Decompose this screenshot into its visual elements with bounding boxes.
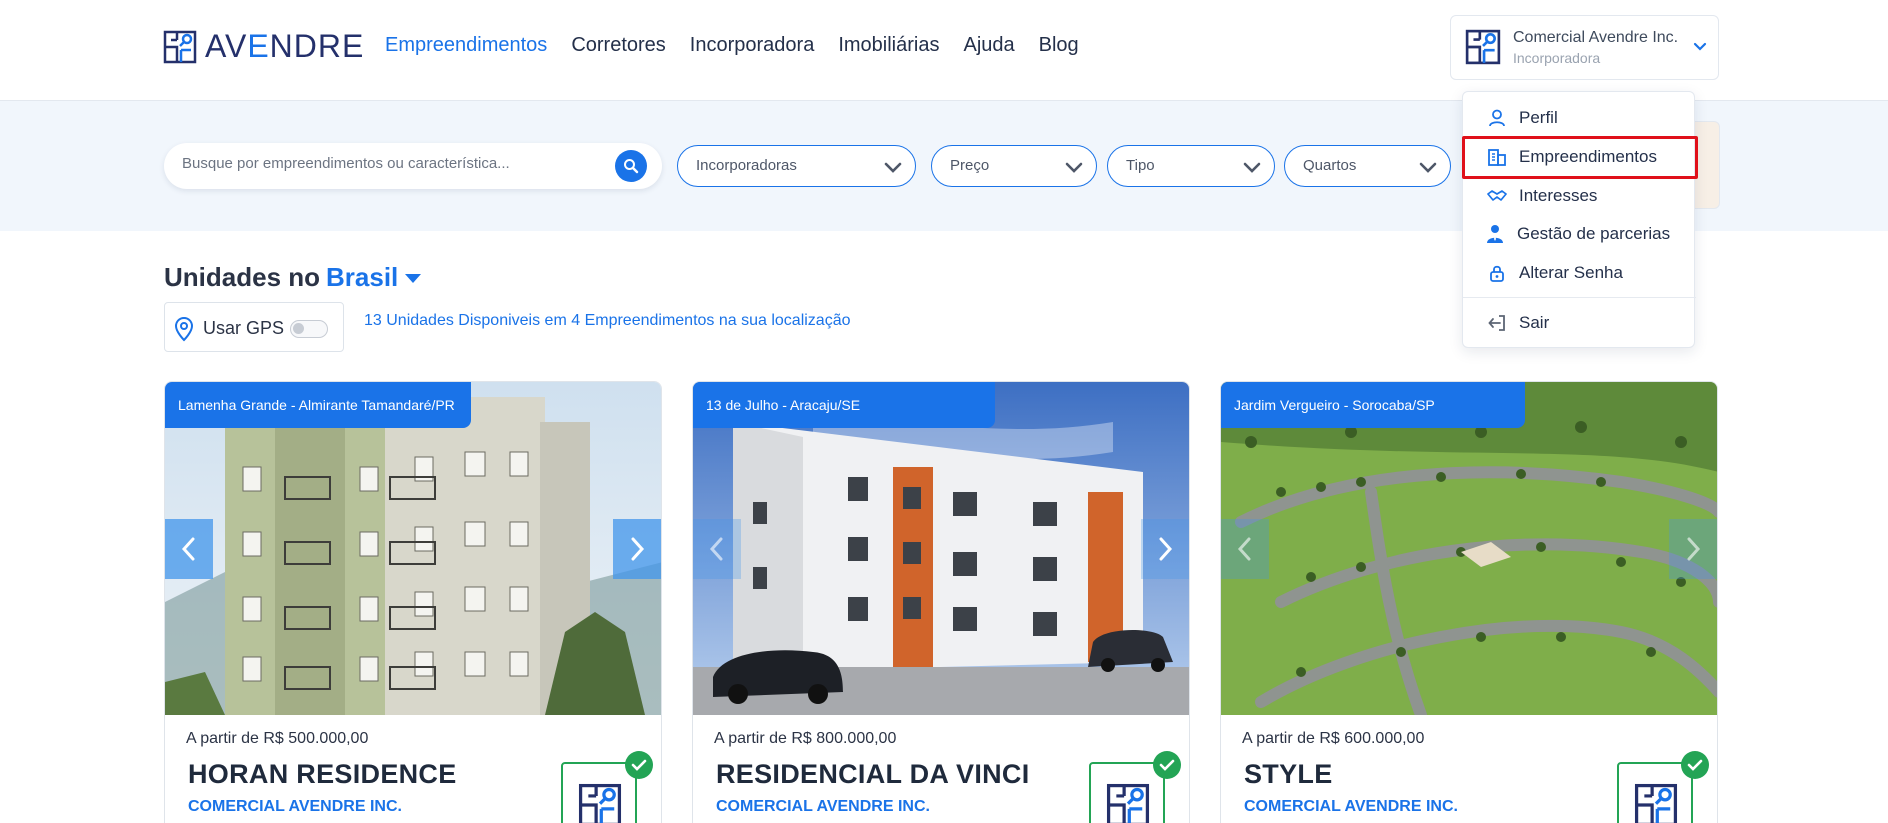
page-title-prefix: Unidades no <box>164 262 321 292</box>
menu-item-sair[interactable]: Sair <box>1487 311 1549 335</box>
chevron-down-icon <box>1693 42 1707 51</box>
page: AVENDRE Empreendimentos Corretores Incor… <box>0 0 1888 823</box>
verified-check-icon <box>1153 751 1181 779</box>
handshake-icon <box>1487 190 1507 201</box>
property-developer[interactable]: COMERCIAL AVENDRE INC. <box>188 798 402 816</box>
menu-item-label: Alterar Senha <box>1519 263 1623 282</box>
menu-divider <box>1463 297 1696 298</box>
carousel-prev-button[interactable] <box>165 519 213 579</box>
chevron-left-icon <box>1237 537 1251 561</box>
results-summary: 13 Unidades Disponiveis em 4 Empreendime… <box>364 312 851 329</box>
filter-label: Preço <box>950 157 990 174</box>
carousel-prev-button[interactable] <box>1221 519 1269 579</box>
nav-imobiliarias[interactable]: Imobiliárias <box>838 34 939 57</box>
nav-incorporadora[interactable]: Incorporadora <box>690 34 815 57</box>
chevron-down-icon <box>1243 162 1261 173</box>
property-card[interactable]: Jardim Vergueiro - Sorocaba/SP A partir … <box>1220 381 1718 823</box>
nav-corretores[interactable]: Corretores <box>571 34 665 57</box>
chevron-right-icon <box>631 537 645 561</box>
filter-label: Tipo <box>1126 157 1155 174</box>
menu-item-label: Interesses <box>1519 186 1598 205</box>
account-role: Incorporadora <box>1513 50 1601 66</box>
carousel-next-button[interactable] <box>1141 519 1189 579</box>
menu-item-perfil[interactable]: Perfil <box>1487 106 1558 130</box>
location-selector[interactable]: Brasil <box>326 262 398 293</box>
gps-label: Usar GPS <box>203 318 285 338</box>
gps-switch[interactable] <box>290 320 328 338</box>
avendre-logo-icon <box>1634 783 1678 823</box>
property-card[interactable]: 13 de Julho - Aracaju/SE A partir de R$ … <box>692 381 1190 823</box>
account-logo-icon <box>1465 29 1501 65</box>
property-photo <box>1221 382 1717 715</box>
gps-switch-knob <box>293 323 304 334</box>
brand-logo[interactable]: AVENDRE <box>163 28 364 65</box>
page-title: Unidades no Brasil <box>164 262 422 293</box>
property-price: A partir de R$ 500.000,00 <box>186 730 369 747</box>
nav-empreendimentos[interactable]: Empreendimentos <box>385 34 547 57</box>
search-input[interactable] <box>182 155 582 172</box>
avendre-logo-icon <box>1106 783 1150 823</box>
chevron-down-icon <box>1065 162 1083 173</box>
filter-incorporadoras[interactable]: Incorporadoras <box>677 145 916 187</box>
property-price: A partir de R$ 800.000,00 <box>714 730 897 747</box>
chevron-down-icon <box>1419 162 1437 173</box>
gps-toggle-box: Usar GPS <box>164 302 344 352</box>
chevron-right-icon <box>1159 537 1173 561</box>
property-photo <box>693 382 1189 715</box>
menu-item-label: Sair <box>1519 313 1550 332</box>
property-name[interactable]: RESIDENCIAL DA VINCI <box>716 759 1030 790</box>
top-header: AVENDRE Empreendimentos Corretores Incor… <box>0 0 1888 101</box>
highlight-box <box>1462 136 1698 179</box>
menu-item-label: Gestão de parcerias <box>1517 224 1671 243</box>
search-button[interactable] <box>615 150 647 182</box>
chevron-down-icon <box>884 162 902 173</box>
property-price: A partir de R$ 600.000,00 <box>1242 730 1425 747</box>
filter-label: Incorporadoras <box>696 157 797 174</box>
carousel-next-button[interactable] <box>1669 519 1717 579</box>
user-icon <box>1489 109 1505 127</box>
verified-check-icon <box>1681 751 1709 779</box>
account-menu-button[interactable]: Comercial Avendre Inc. Incorporadora <box>1450 15 1719 80</box>
property-developer[interactable]: COMERCIAL AVENDRE INC. <box>1244 798 1458 816</box>
property-name[interactable]: HORAN RESIDENCE <box>188 759 457 790</box>
menu-item-label: Perfil <box>1519 108 1558 127</box>
menu-item-gestao-parcerias[interactable]: Gestão de parcerias <box>1485 222 1670 246</box>
menu-item-interesses[interactable]: Interesses <box>1487 184 1597 208</box>
property-name[interactable]: STYLE <box>1244 759 1333 790</box>
property-card[interactable]: Lamenha Grande - Almirante Tamandaré/PR … <box>164 381 662 823</box>
carousel-next-button[interactable] <box>613 519 661 579</box>
filter-quartos[interactable]: Quartos <box>1284 145 1451 187</box>
logout-icon <box>1488 315 1505 331</box>
search-icon <box>624 159 639 174</box>
property-developer[interactable]: COMERCIAL AVENDRE INC. <box>716 798 930 816</box>
main-nav: Empreendimentos Corretores Incorporadora… <box>385 34 1079 57</box>
nav-ajuda[interactable]: Ajuda <box>963 34 1014 57</box>
chevron-left-icon <box>181 537 195 561</box>
location-tag: Lamenha Grande - Almirante Tamandaré/PR <box>165 382 471 428</box>
nav-blog[interactable]: Blog <box>1039 34 1079 57</box>
partner-icon <box>1487 225 1503 243</box>
filter-preco[interactable]: Preço <box>931 145 1097 187</box>
chevron-left-icon <box>709 537 723 561</box>
verified-check-icon <box>625 751 653 779</box>
location-pin-icon <box>174 316 194 342</box>
filter-label: Quartos <box>1303 157 1357 174</box>
location-tag: Jardim Vergueiro - Sorocaba/SP <box>1221 382 1525 428</box>
search-box <box>164 143 662 189</box>
carousel-prev-button[interactable] <box>693 519 741 579</box>
property-photo <box>165 382 661 715</box>
account-name: Comercial Avendre Inc. <box>1513 29 1679 46</box>
menu-item-alterar-senha[interactable]: Alterar Senha <box>1487 261 1623 285</box>
chevron-right-icon <box>1687 537 1701 561</box>
lock-icon <box>1490 265 1504 282</box>
avendre-logo-icon <box>163 30 197 63</box>
avendre-logo-icon <box>578 783 622 823</box>
location-tag: 13 de Julho - Aracaju/SE <box>693 382 995 428</box>
account-dropdown-menu: Perfil Empreendimentos Interesses Gestão… <box>1462 91 1698 348</box>
caret-down-icon[interactable] <box>404 271 422 285</box>
brand-name: AVENDRE <box>205 28 365 64</box>
filter-tipo[interactable]: Tipo <box>1107 145 1275 187</box>
